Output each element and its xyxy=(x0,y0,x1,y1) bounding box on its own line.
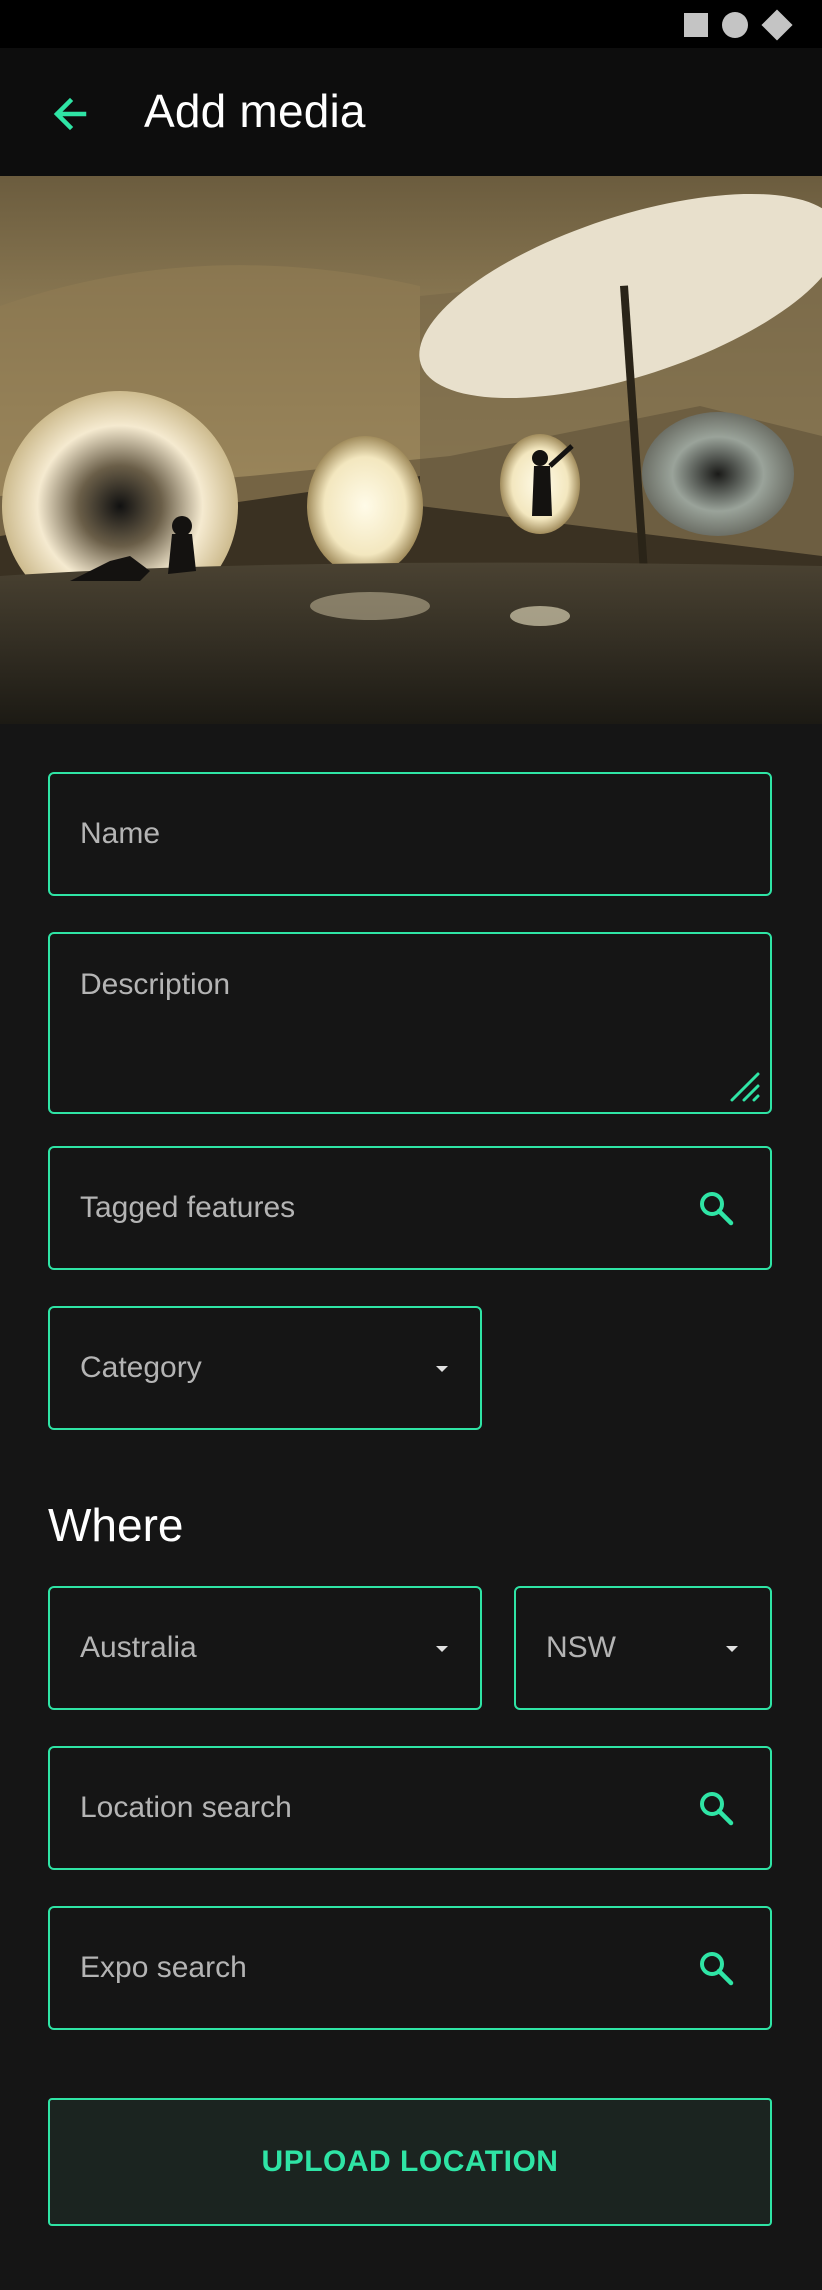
name-field-label: Name xyxy=(80,817,161,850)
app-bar: Add media xyxy=(0,48,822,176)
upload-location-button[interactable]: UPLOAD LOCATION xyxy=(48,2098,772,2226)
page-title: Add media xyxy=(144,85,366,137)
where-heading: Where xyxy=(48,1499,184,1551)
category-dropdown[interactable]: Category xyxy=(48,1306,482,1430)
country-dropdown[interactable]: Australia xyxy=(48,1586,482,1710)
resize-handle-icon[interactable] xyxy=(728,1070,762,1104)
back-arrow-icon[interactable] xyxy=(44,88,96,140)
name-field[interactable]: Name xyxy=(48,772,772,896)
state-dropdown[interactable]: NSW xyxy=(514,1586,772,1710)
status-icons xyxy=(684,9,793,41)
expo-search-field[interactable]: Expo search xyxy=(48,1906,772,2030)
dropdown-caret-icon xyxy=(436,1646,448,1652)
expo-search-label: Expo search xyxy=(80,1951,247,1984)
media-preview-image xyxy=(0,176,822,724)
tagged-features-field[interactable]: Tagged features xyxy=(48,1146,772,1270)
description-field-label: Description xyxy=(80,968,231,1001)
search-icon[interactable] xyxy=(696,1188,736,1228)
dropdown-caret-icon xyxy=(436,1366,448,1372)
status-bar xyxy=(0,0,822,48)
search-icon[interactable] xyxy=(696,1948,736,1988)
description-field[interactable]: Description xyxy=(48,932,772,1114)
circle-icon xyxy=(722,12,748,38)
country-value: Australia xyxy=(80,1631,197,1664)
search-icon[interactable] xyxy=(696,1788,736,1828)
diamond-icon xyxy=(761,9,793,41)
square-icon xyxy=(684,13,708,37)
category-label: Category xyxy=(80,1351,202,1384)
location-search-label: Location search xyxy=(80,1791,292,1824)
dropdown-caret-icon xyxy=(726,1646,738,1652)
location-search-field[interactable]: Location search xyxy=(48,1746,772,1870)
state-value: NSW xyxy=(546,1631,616,1664)
tagged-features-label: Tagged features xyxy=(80,1191,296,1224)
